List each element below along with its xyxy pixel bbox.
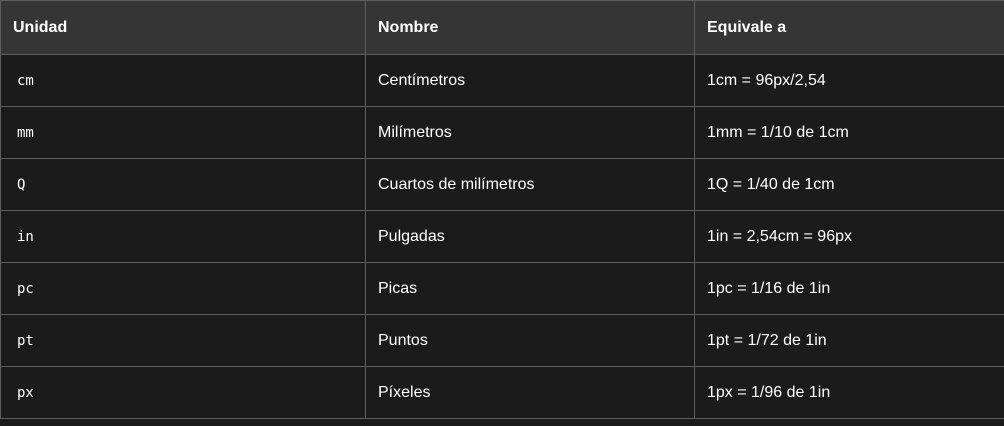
table-row: cm Centímetros 1cm = 96px/2,54 [0, 54, 1004, 107]
name-cell: Milímetros [365, 106, 695, 159]
name-cell: Pulgadas [365, 210, 695, 263]
name-cell: Centímetros [365, 54, 695, 107]
header-nombre: Nombre [365, 0, 695, 55]
equivalent-cell: 1Q = 1/40 de 1cm [694, 158, 1004, 211]
unit-cell: mm [0, 106, 366, 159]
unit-cell: in [0, 210, 366, 263]
name-cell: Cuartos de milímetros [365, 158, 695, 211]
table-row: pt Puntos 1pt = 1/72 de 1in [0, 314, 1004, 367]
unit-cell: cm [0, 54, 366, 107]
unit-cell: px [0, 366, 366, 419]
header-row: Unidad Nombre Equivale a [0, 0, 1004, 55]
unit-cell: Q [0, 158, 366, 211]
table-row: mm Milímetros 1mm = 1/10 de 1cm [0, 106, 1004, 159]
table-header: Unidad Nombre Equivale a [0, 0, 1004, 55]
header-unidad: Unidad [0, 0, 366, 55]
table-body: cm Centímetros 1cm = 96px/2,54 mm Milíme… [0, 54, 1004, 419]
equivalent-cell: 1px = 1/96 de 1in [694, 366, 1004, 419]
table-row: px Píxeles 1px = 1/96 de 1in [0, 366, 1004, 419]
equivalent-cell: 1pt = 1/72 de 1in [694, 314, 1004, 367]
equivalent-cell: 1cm = 96px/2,54 [694, 54, 1004, 107]
equivalent-cell: 1mm = 1/10 de 1cm [694, 106, 1004, 159]
unit-cell: pc [0, 262, 366, 315]
name-cell: Picas [365, 262, 695, 315]
equivalent-cell: 1in = 2,54cm = 96px [694, 210, 1004, 263]
equivalent-cell: 1pc = 1/16 de 1in [694, 262, 1004, 315]
name-cell: Píxeles [365, 366, 695, 419]
table-row: Q Cuartos de milímetros 1Q = 1/40 de 1cm [0, 158, 1004, 211]
header-equivale-a: Equivale a [694, 0, 1004, 55]
name-cell: Puntos [365, 314, 695, 367]
unit-cell: pt [0, 314, 366, 367]
table-row: in Pulgadas 1in = 2,54cm = 96px [0, 210, 1004, 263]
table-row: pc Picas 1pc = 1/16 de 1in [0, 262, 1004, 315]
units-table: Unidad Nombre Equivale a cm Centímetros … [0, 0, 1004, 419]
